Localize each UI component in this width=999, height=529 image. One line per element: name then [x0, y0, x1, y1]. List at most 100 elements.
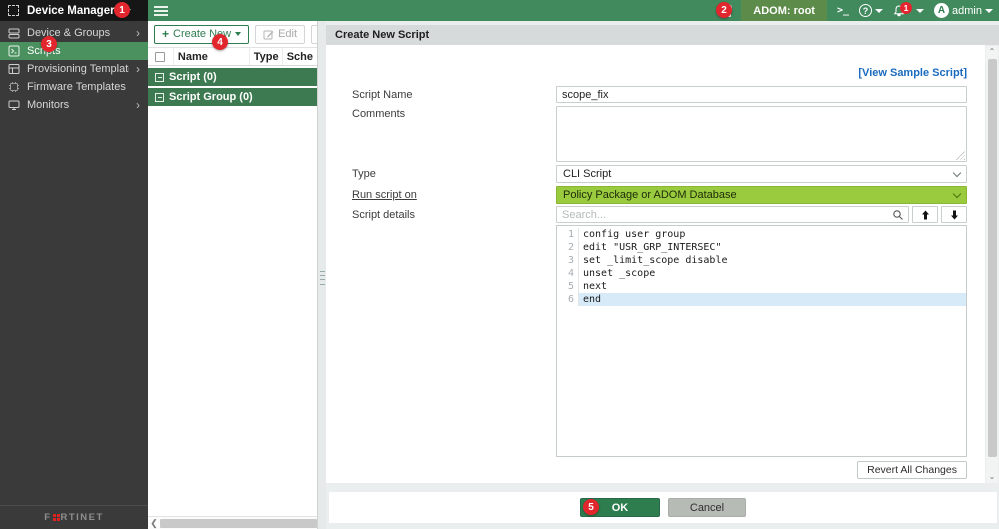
scroll-down-icon[interactable]: ⌄ [986, 471, 998, 483]
scrollbar-thumb[interactable] [160, 519, 317, 528]
annotation-step-4: 4 [212, 34, 228, 50]
splitter-grip-icon [320, 271, 325, 285]
run-script-on-select[interactable]: Policy Package or ADOM Database [556, 186, 967, 204]
code-line[interactable]: set _limit_scope disable [579, 254, 966, 267]
monitors-icon [8, 99, 20, 111]
notifications-menu[interactable]: 1 [893, 5, 924, 17]
firmware-templates-icon [8, 81, 20, 93]
dialog-body: [View Sample Script] Script Name Comment… [326, 45, 985, 483]
create-new-script-dialog: Create New Script [View Sample Script] S… [326, 21, 999, 529]
sidebar-item-firmware-templates[interactable]: Firmware Templates [0, 78, 148, 96]
chevron-right-icon: › [136, 64, 140, 74]
provisioning-templates-icon [8, 63, 20, 75]
arrow-up-icon [921, 210, 930, 220]
run-script-on-label: Run script on [352, 189, 417, 201]
fortinet-logo: FRTINET [44, 512, 104, 523]
user-caret-icon [985, 9, 993, 13]
bell-icon: 1 [893, 5, 905, 17]
column-header-schedule[interactable]: Sche [283, 48, 317, 65]
script-name-input[interactable] [556, 86, 967, 103]
type-field-wrap: CLI Script [556, 165, 967, 183]
annotation-step-1: 1 [114, 2, 130, 18]
script-search-box [556, 206, 909, 223]
code-line[interactable]: edit "USR_GRP_INTERSEC" [579, 241, 966, 254]
fortinet-logo-mark [53, 514, 60, 521]
sidebar: Device & Groups › Scripts Provisioning T… [0, 21, 148, 529]
panel-splitter[interactable] [318, 21, 326, 529]
sidebar-footer: FRTINET [0, 505, 148, 529]
arrow-down-icon [950, 210, 959, 220]
comments-textarea[interactable] [556, 106, 967, 162]
chevron-down-icon [235, 32, 241, 36]
sidebar-item-monitors[interactable]: Monitors › [0, 96, 148, 114]
help-caret-icon [875, 9, 883, 13]
chevron-right-icon: › [136, 28, 140, 38]
cancel-button[interactable]: Cancel [668, 498, 746, 517]
type-select[interactable]: CLI Script [556, 165, 967, 183]
group-row-script[interactable]: Script (0) [148, 68, 317, 86]
table-header: Name Type Sche [148, 47, 317, 66]
search-icon [892, 209, 904, 221]
annotation-step-5: 5 [583, 499, 599, 515]
code-line[interactable]: unset _scope [579, 267, 966, 280]
sidebar-item-device-groups[interactable]: Device & Groups › [0, 24, 148, 42]
scrollbar-thumb[interactable] [988, 59, 997, 457]
list-toolbar: + Create New Edit Delete [148, 21, 317, 47]
run-on-field-wrap: Policy Package or ADOM Database [556, 186, 967, 204]
device-groups-icon [8, 27, 20, 39]
avatar: A [934, 3, 949, 18]
hamburger-menu-icon[interactable] [154, 6, 168, 16]
username: admin [952, 5, 982, 17]
scroll-left-icon[interactable]: ❮ [148, 518, 160, 529]
code-line-highlighted[interactable]: end [579, 293, 966, 306]
sidebar-item-scripts[interactable]: Scripts [0, 42, 148, 60]
code-line[interactable]: config user group [579, 228, 966, 241]
create-new-button[interactable]: + Create New [154, 25, 249, 44]
annotation-step-3: 3 [41, 36, 57, 52]
column-header-name[interactable]: Name [174, 48, 250, 65]
collapse-icon[interactable] [155, 73, 164, 82]
script-name-label: Script Name [352, 89, 413, 101]
script-search-input[interactable] [557, 207, 892, 222]
script-name-field-wrap [556, 86, 967, 103]
user-menu[interactable]: A admin [934, 3, 993, 18]
edit-icon [263, 29, 274, 40]
top-navbar: ADOM: root >_ ? 1 A admin [148, 0, 999, 21]
code-line[interactable]: next [579, 280, 966, 293]
script-details-label: Script details [352, 209, 415, 221]
chevron-down-icon [953, 189, 961, 197]
edit-button[interactable]: Edit [255, 25, 305, 44]
horizontal-scrollbar[interactable]: ❮ [148, 516, 317, 529]
group-row-script-group[interactable]: Script Group (0) [148, 88, 317, 106]
cli-console-icon[interactable]: >_ [837, 5, 849, 16]
chevron-down-icon [953, 168, 961, 176]
script-code-editor[interactable]: 1config user group 2edit "USR_GRP_INTERS… [556, 225, 967, 457]
sidebar-item-provisioning-templates[interactable]: Provisioning Templates › [0, 60, 148, 78]
search-prev-button[interactable] [912, 206, 938, 223]
revert-all-changes-button[interactable]: Revert All Changes [857, 461, 967, 479]
search-next-button[interactable] [941, 206, 967, 223]
delete-button[interactable]: Delete [311, 25, 318, 44]
app-grid-icon[interactable] [8, 5, 19, 16]
collapse-icon[interactable] [155, 93, 164, 102]
comments-field-wrap [556, 106, 967, 162]
column-header-type[interactable]: Type [250, 48, 283, 65]
adom-selector[interactable]: ADOM: root [741, 0, 827, 21]
app-title[interactable]: Device Manager [27, 5, 115, 17]
plus-icon: + [162, 27, 169, 41]
dialog-footer: OK Cancel [329, 492, 997, 523]
scripts-list-panel: + Create New Edit Delete Name Type Sche … [148, 21, 318, 529]
comments-label: Comments [352, 108, 405, 120]
script-search-row [556, 206, 967, 223]
type-label: Type [352, 168, 376, 180]
annotation-step-2: 2 [716, 2, 732, 18]
notifications-caret-icon [916, 9, 924, 13]
notification-count-badge: 1 [900, 2, 912, 14]
dialog-vertical-scrollbar[interactable]: ⌃ ⌄ [986, 46, 998, 483]
view-sample-script-link[interactable]: [View Sample Script] [858, 67, 967, 79]
help-menu[interactable]: ? [859, 4, 883, 17]
resize-grip-icon[interactable] [956, 151, 965, 160]
select-all-checkbox[interactable] [155, 52, 165, 62]
help-icon: ? [859, 4, 872, 17]
scroll-up-icon[interactable]: ⌃ [986, 46, 998, 58]
